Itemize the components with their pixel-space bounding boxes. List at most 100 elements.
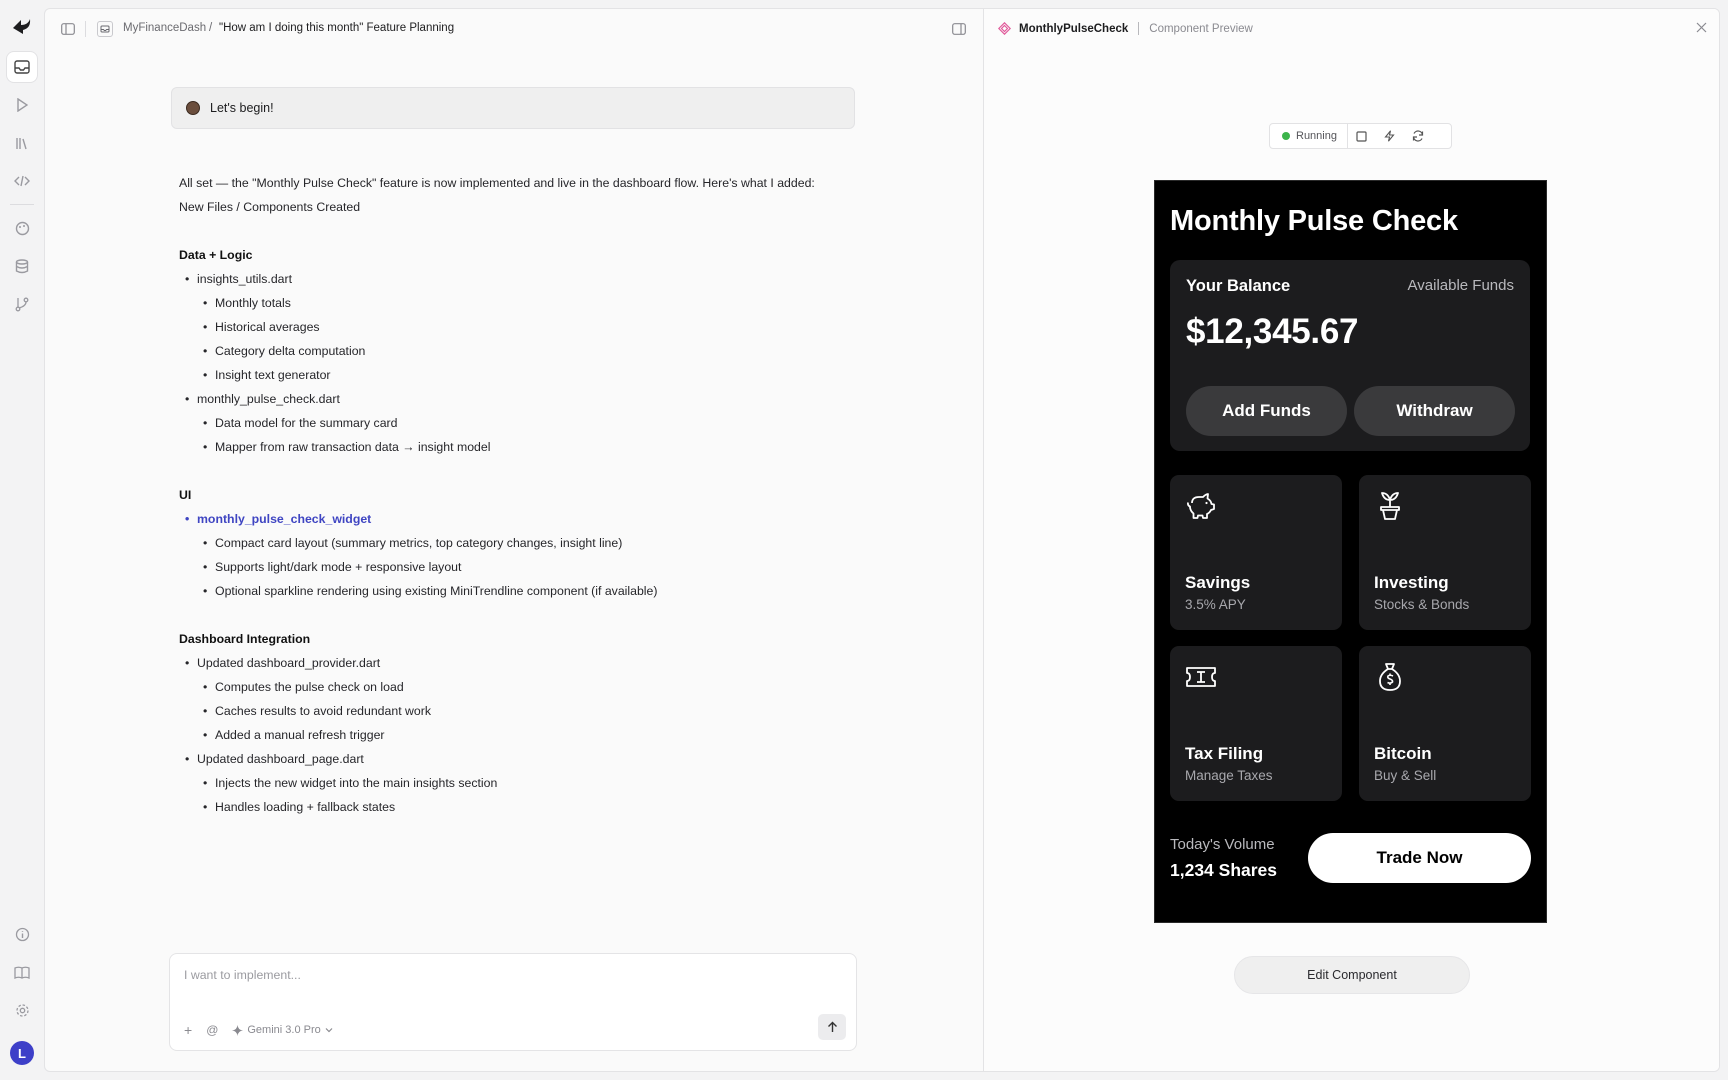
tile-bitcoin[interactable]: Bitcoin Buy & Sell <box>1359 646 1531 801</box>
user-message-text: Let's begin! <box>210 101 274 115</box>
chat-composer[interactable]: I want to implement... + @ Gemini 3.0 Pr… <box>169 953 857 1051</box>
available-funds-label: Available Funds <box>1407 277 1514 294</box>
trade-now-button[interactable]: Trade Now <box>1308 833 1531 883</box>
palette-icon[interactable] <box>7 213 37 243</box>
user-message: Let's begin! <box>171 87 855 129</box>
section-heading: UI <box>179 488 192 502</box>
tile-subtitle: 3.5% APY <box>1185 597 1246 612</box>
list-item: Data model for the summary card <box>179 411 859 435</box>
section-heading: Data + Logic <box>179 248 253 262</box>
list-item: Updated dashboard_page.dart <box>179 747 859 771</box>
main-window: MyFinanceDash / "How am I doing this mon… <box>44 8 1720 1072</box>
chevron-down-icon <box>325 1028 333 1033</box>
list-item: Computes the pulse check on load <box>179 675 859 699</box>
preview-toolbar: Running <box>1269 123 1452 149</box>
tile-subtitle: Buy & Sell <box>1374 768 1437 783</box>
panel-label: Component Preview <box>1149 22 1253 35</box>
status-text: Running <box>1296 130 1337 142</box>
list-item: Historical averages <box>179 315 859 339</box>
balance-amount: $12,345.67 <box>1186 312 1359 351</box>
breadcrumb-separator: / <box>209 22 213 34</box>
code-icon[interactable] <box>7 166 37 196</box>
tile-savings[interactable]: Savings 3.5% APY <box>1170 475 1342 630</box>
info-icon[interactable] <box>7 919 37 949</box>
list-item: Updated dashboard_provider.dart <box>179 651 859 675</box>
breadcrumb-project[interactable]: MyFinanceDash <box>123 22 206 34</box>
inbox-icon[interactable] <box>7 52 37 82</box>
money-bag-icon <box>1379 663 1401 691</box>
list-item: insights_utils.dart <box>179 267 859 291</box>
component-name: MonthlyPulseCheck <box>1019 22 1129 35</box>
reply-subtitle: New Files / Components Created <box>179 200 361 214</box>
list-item: Mapper from raw transaction data → insig… <box>179 435 859 459</box>
status-dot <box>1282 132 1290 140</box>
tile-subtitle: Stocks & Bonds <box>1374 597 1470 612</box>
model-name: Gemini 3.0 Pro <box>247 1024 321 1036</box>
tile-tax-filing[interactable]: Tax Filing Manage Taxes <box>1170 646 1342 801</box>
tile-investing[interactable]: Investing Stocks & Bonds <box>1359 475 1531 630</box>
tile-title: Bitcoin <box>1374 744 1432 763</box>
composer-input[interactable]: I want to implement... <box>184 968 301 982</box>
list-item: Insight text generator <box>179 363 859 387</box>
arrow-up-icon <box>827 1021 837 1032</box>
app-rail: L <box>0 0 44 1080</box>
stop-button[interactable] <box>1348 124 1376 148</box>
reply-intro: All set — the "Monthly Pulse Check" feat… <box>179 176 815 190</box>
list-item: monthly_pulse_check.dart <box>179 387 859 411</box>
user-avatar[interactable]: L <box>10 1041 34 1065</box>
status-badge: Running <box>1270 124 1348 148</box>
project-icon <box>97 21 113 37</box>
breadcrumb-page[interactable]: "How am I doing this month" Feature Plan… <box>219 22 454 34</box>
sidebar-toggle-icon[interactable] <box>61 23 75 35</box>
book-icon[interactable] <box>7 957 37 987</box>
preview-header: MonthlyPulseCheck Component Preview <box>998 22 1253 35</box>
play-icon[interactable] <box>7 90 37 120</box>
panel-toggle-icon[interactable] <box>952 23 966 35</box>
lightning-button[interactable] <box>1376 124 1404 148</box>
withdraw-button[interactable]: Withdraw <box>1354 386 1515 436</box>
ticket-icon <box>1186 667 1216 687</box>
app-logo[interactable] <box>10 16 34 38</box>
refresh-button[interactable] <box>1404 124 1432 148</box>
piggy-bank-icon <box>1187 493 1215 519</box>
pulse-title: Monthly Pulse Check <box>1170 205 1458 237</box>
assistant-reply: All set — the "Monthly Pulse Check" feat… <box>179 171 859 819</box>
database-icon[interactable] <box>7 251 37 281</box>
refresh-icon <box>1412 130 1424 142</box>
list-item: Compact card layout (summary metrics, to… <box>179 531 859 555</box>
topbar-divider <box>85 21 86 37</box>
composer-tools: + @ Gemini 3.0 Pro <box>184 1022 333 1038</box>
edit-component-button[interactable]: Edit Component <box>1234 956 1470 994</box>
balance-label: Your Balance <box>1186 277 1291 295</box>
tile-title: Investing <box>1374 573 1449 592</box>
plus-icon[interactable]: + <box>184 1022 192 1038</box>
component-icon <box>998 22 1011 35</box>
section-heading: Dashboard Integration <box>179 632 311 646</box>
sparkle-icon <box>232 1024 244 1036</box>
tile-subtitle: Manage Taxes <box>1185 768 1273 783</box>
tile-title: Tax Filing <box>1185 744 1264 763</box>
rail-divider <box>10 204 34 205</box>
list-item: Category delta computation <box>179 339 859 363</box>
chat-pane: MyFinanceDash / "How am I doing this mon… <box>45 9 983 1071</box>
model-selector[interactable]: Gemini 3.0 Pro <box>232 1024 333 1036</box>
library-icon[interactable] <box>7 128 37 158</box>
add-funds-button[interactable]: Add Funds <box>1186 386 1347 436</box>
list-item: Injects the new widget into the main ins… <box>179 771 859 795</box>
lightning-icon <box>1384 130 1396 142</box>
tile-title: Savings <box>1185 573 1251 592</box>
send-button[interactable] <box>818 1014 846 1040</box>
git-branch-icon[interactable] <box>7 289 37 319</box>
user-message-avatar <box>186 101 200 115</box>
plant-icon <box>1380 492 1400 520</box>
widget-file-link[interactable]: monthly_pulse_check_widget <box>179 507 859 531</box>
phone-preview: Monthly Pulse Check Your Balance Availab… <box>1154 180 1547 923</box>
volume-value: 1,234 Shares <box>1170 860 1278 880</box>
list-item: Supports light/dark mode + responsive la… <box>179 555 859 579</box>
mention-icon[interactable]: @ <box>206 1023 218 1037</box>
square-icon <box>1356 130 1368 142</box>
gear-icon[interactable] <box>7 995 37 1025</box>
preview-pane: MonthlyPulseCheck Component Preview Runn… <box>984 9 1719 1071</box>
volume-label: Today's Volume <box>1170 836 1275 853</box>
close-icon[interactable] <box>1696 22 1707 33</box>
